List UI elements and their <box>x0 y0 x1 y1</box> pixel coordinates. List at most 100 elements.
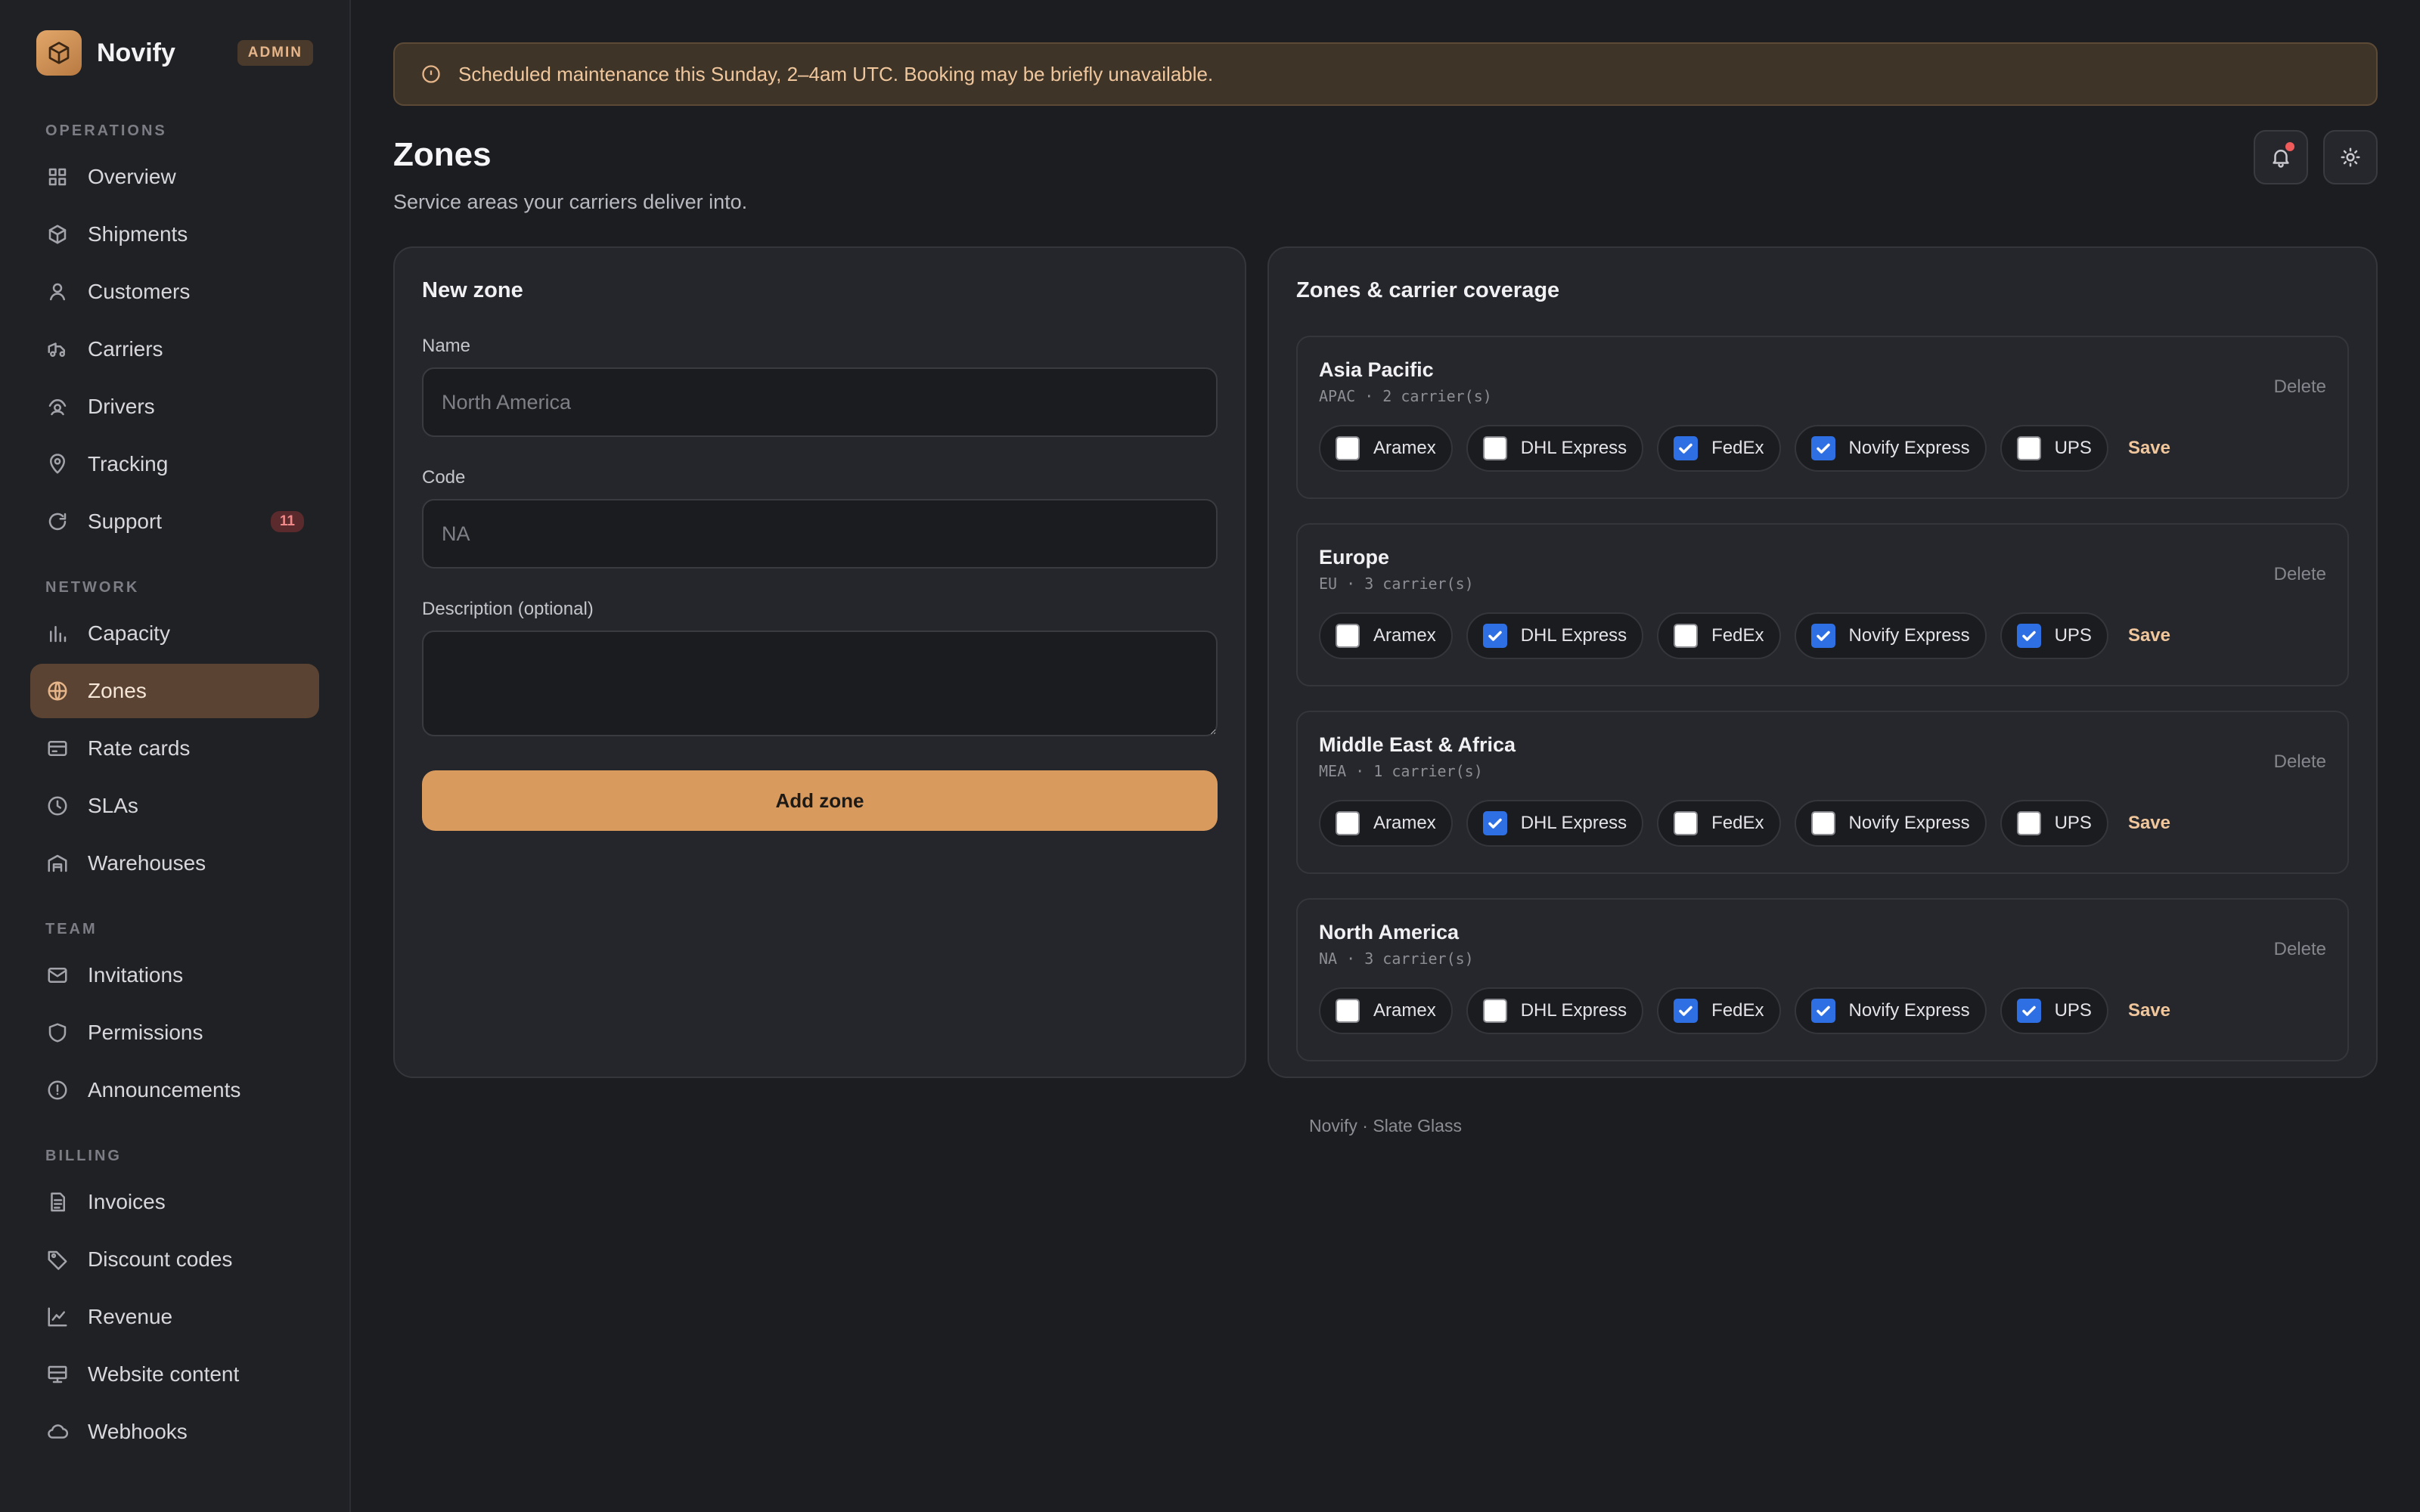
maintenance-banner: Scheduled maintenance this Sunday, 2–4am… <box>393 42 2378 106</box>
carrier-chip[interactable]: FedEx <box>1657 612 1781 659</box>
sidebar-item-drivers[interactable]: Drivers <box>30 380 319 434</box>
carrier-chip[interactable]: DHL Express <box>1466 612 1644 659</box>
carrier-chip[interactable]: FedEx <box>1657 425 1781 472</box>
carrier-checkbox[interactable] <box>1336 436 1360 460</box>
delete-zone-button[interactable]: Delete <box>2274 751 2326 773</box>
zone-name: North America <box>1319 921 1460 943</box>
carrier-checkbox[interactable] <box>1336 811 1360 835</box>
sidebar-item-announcements[interactable]: Announcements <box>30 1063 319 1117</box>
carrier-checkbox[interactable] <box>1674 811 1699 835</box>
carrier-chip[interactable]: UPS <box>2000 800 2108 847</box>
zone-card: Europe EU · 3 carrier(s) Delete Aramex DHL E… <box>1296 523 2349 686</box>
sidebar-item-slas[interactable]: SLAs <box>30 779 319 833</box>
save-coverage-button[interactable]: Save <box>2128 813 2170 834</box>
sidebar-item-carriers[interactable]: Carriers <box>30 322 319 376</box>
carrier-checkbox[interactable] <box>1482 811 1507 835</box>
carrier-checkbox[interactable] <box>1482 999 1507 1023</box>
carrier-checkbox[interactable] <box>1674 436 1699 460</box>
sidebar-item-revenue[interactable]: Revenue <box>30 1290 319 1344</box>
carrier-chip[interactable]: DHL Express <box>1466 987 1644 1034</box>
zone-code-input[interactable] <box>422 499 1218 569</box>
coverage-title: Zones & carrier coverage <box>1296 278 1560 302</box>
carrier-checkbox[interactable] <box>2016 624 2041 648</box>
carrier-label: FedEx <box>1711 438 1764 458</box>
sidebar-item-label: Capacity <box>88 621 170 645</box>
sidebar-item-label: Revenue <box>88 1305 173 1328</box>
sidebar-item-warehouses[interactable]: Warehouses <box>30 836 319 891</box>
sidebar-item-tracking[interactable]: Tracking <box>30 437 319 491</box>
notifications-button[interactable] <box>2254 130 2308 184</box>
carrier-checkbox[interactable] <box>1810 624 1835 648</box>
carrier-chip[interactable]: DHL Express <box>1466 800 1644 847</box>
carrier-checkbox[interactable] <box>1810 999 1835 1023</box>
sidebar-item-rate-cards[interactable]: Rate cards <box>30 721 319 776</box>
save-coverage-button[interactable]: Save <box>2128 438 2170 459</box>
carrier-checkbox[interactable] <box>1810 436 1835 460</box>
carrier-chip[interactable]: Novify Express <box>1794 425 1987 472</box>
page-title: Zones <box>393 136 492 173</box>
theme-toggle-button[interactable] <box>2323 130 2378 184</box>
sidebar-item-label: Invitations <box>88 963 184 987</box>
sidebar-item-label: Drivers <box>88 395 155 418</box>
refresh-icon <box>45 510 70 534</box>
carrier-chip[interactable]: DHL Express <box>1466 425 1644 472</box>
carrier-checkbox[interactable] <box>1674 999 1699 1023</box>
sidebar-item-support[interactable]: Support 11 <box>30 494 319 549</box>
carrier-chip[interactable]: Novify Express <box>1794 987 1987 1034</box>
sidebar-item-invoices[interactable]: Invoices <box>30 1175 319 1229</box>
sidebar-item-website-content[interactable]: Website content <box>30 1347 319 1402</box>
nav-section-title: NETWORK <box>45 578 140 596</box>
save-coverage-button[interactable]: Save <box>2128 1000 2170 1021</box>
sidebar-item-permissions[interactable]: Permissions <box>30 1005 319 1060</box>
carrier-label: Aramex <box>1373 1000 1436 1021</box>
sidebar-item-discount-codes[interactable]: Discount codes <box>30 1232 319 1287</box>
carrier-chip[interactable]: Aramex <box>1319 800 1453 847</box>
save-coverage-button[interactable]: Save <box>2128 625 2170 646</box>
zone-card: Middle East & Africa MEA · 1 carrier(s) De… <box>1296 711 2349 874</box>
delete-zone-button[interactable]: Delete <box>2274 939 2326 960</box>
sidebar-item-overview[interactable]: Overview <box>30 150 319 204</box>
sidebar-item-webhooks[interactable]: Webhooks <box>30 1405 319 1459</box>
carrier-checkbox[interactable] <box>1674 624 1699 648</box>
carrier-row: Aramex DHL Express FedEx Novify Express UPS S… <box>1319 425 2326 472</box>
carrier-chip[interactable]: Novify Express <box>1794 800 1987 847</box>
add-zone-button[interactable]: Add zone <box>422 770 1218 831</box>
zone-description-textarea[interactable] <box>422 631 1218 736</box>
carrier-label: UPS <box>2054 813 2092 833</box>
zone-meta: MEA · 1 carrier(s) <box>1319 762 1483 780</box>
carrier-chip[interactable]: FedEx <box>1657 800 1781 847</box>
sidebar-item-capacity[interactable]: Capacity <box>30 606 319 661</box>
sidebar-item-label: Zones <box>88 679 147 702</box>
carrier-checkbox[interactable] <box>1482 436 1507 460</box>
carrier-checkbox[interactable] <box>1482 624 1507 648</box>
carrier-checkbox[interactable] <box>1810 811 1835 835</box>
carrier-chip[interactable]: Aramex <box>1319 612 1453 659</box>
carrier-checkbox[interactable] <box>1336 624 1360 648</box>
carrier-label: DHL Express <box>1520 1000 1627 1021</box>
sidebar-item-shipments[interactable]: Shipments <box>30 207 319 262</box>
sidebar-item-zones[interactable]: Zones <box>30 664 319 718</box>
delete-zone-button[interactable]: Delete <box>2274 376 2326 398</box>
carrier-chip[interactable]: UPS <box>2000 987 2108 1034</box>
info-circle-icon <box>422 65 440 83</box>
carrier-chip[interactable]: FedEx <box>1657 987 1781 1034</box>
monitor-icon <box>45 1362 70 1387</box>
zone-card: Asia Pacific APAC · 2 carrier(s) Delete Ara… <box>1296 336 2349 499</box>
carrier-chip[interactable]: UPS <box>2000 612 2108 659</box>
zone-name-input[interactable] <box>422 367 1218 437</box>
carrier-checkbox[interactable] <box>1336 999 1360 1023</box>
carrier-label: DHL Express <box>1520 813 1627 833</box>
sidebar-item-invitations[interactable]: Invitations <box>30 948 319 1002</box>
carrier-chip[interactable]: Aramex <box>1319 987 1453 1034</box>
carrier-chip[interactable]: Aramex <box>1319 425 1453 472</box>
carrier-chip[interactable]: Novify Express <box>1794 612 1987 659</box>
box-icon <box>45 222 70 246</box>
carrier-checkbox[interactable] <box>2016 999 2041 1023</box>
sidebar-item-label: Warehouses <box>88 851 206 875</box>
carrier-checkbox[interactable] <box>2016 436 2041 460</box>
carrier-checkbox[interactable] <box>2016 811 2041 835</box>
carrier-chip[interactable]: UPS <box>2000 425 2108 472</box>
delete-zone-button[interactable]: Delete <box>2274 564 2326 585</box>
sidebar-item-customers[interactable]: Customers <box>30 265 319 319</box>
driver-icon <box>45 395 70 419</box>
